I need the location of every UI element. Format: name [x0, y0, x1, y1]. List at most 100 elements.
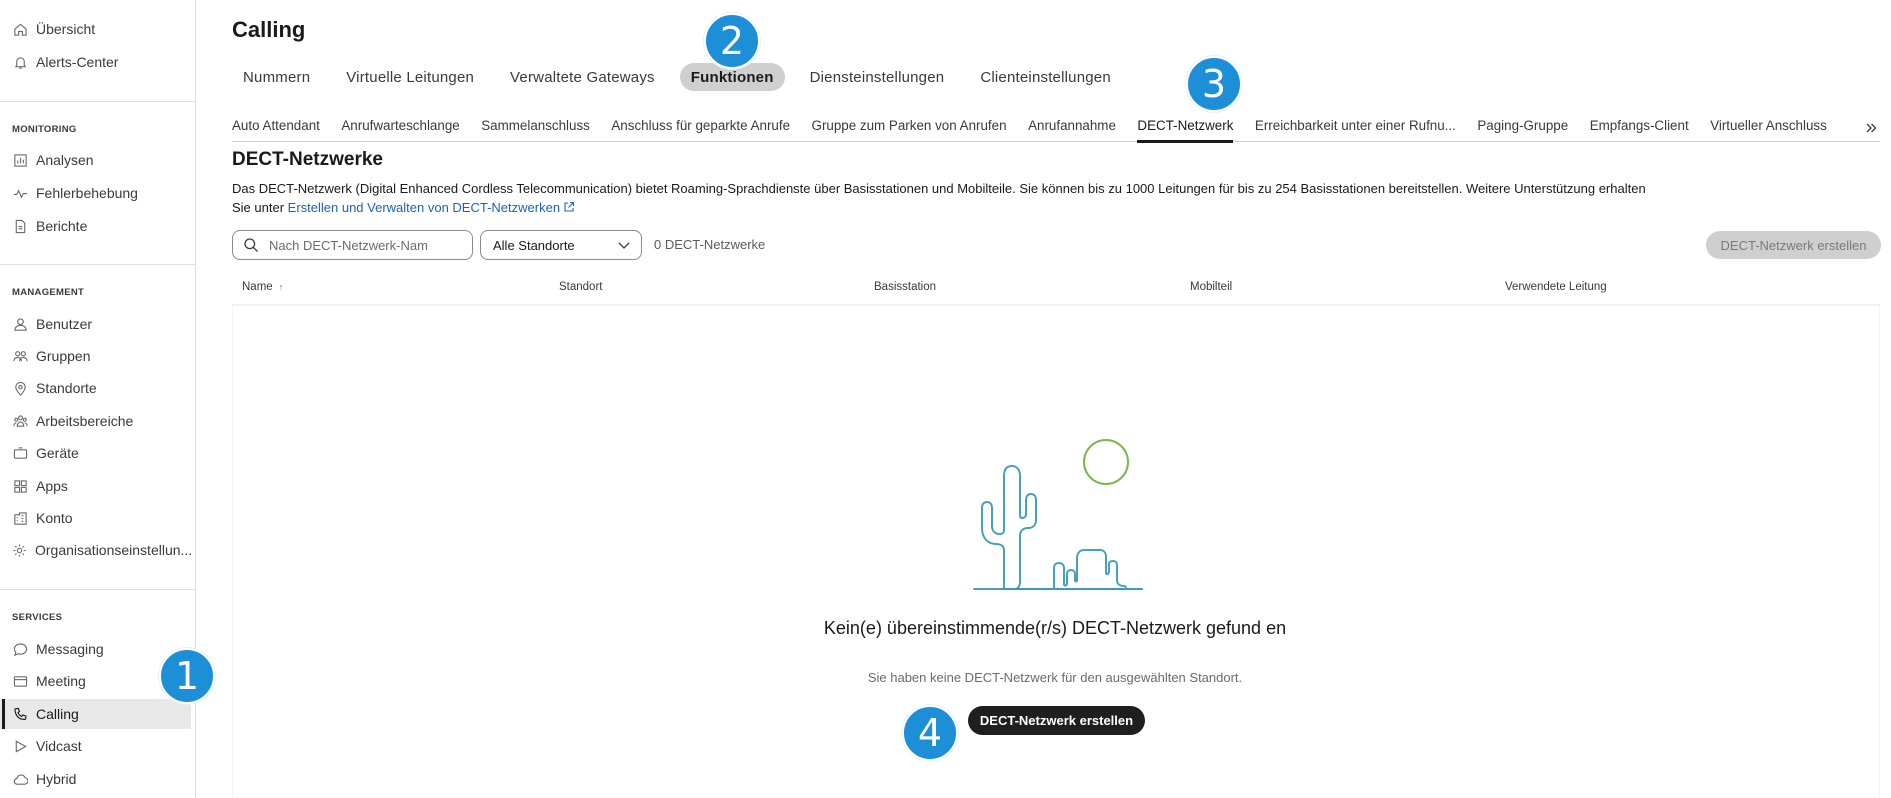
account-icon [12, 510, 28, 526]
subtab-auto-attendant[interactable]: Auto Attendant [232, 116, 320, 142]
subtab-anschluss-geparkte-anrufe[interactable]: Anschluss für geparkte Anrufe [611, 116, 790, 142]
sidebar-item-label: Benutzer [36, 316, 93, 332]
sidebar-item-konto[interactable]: Konto [0, 503, 191, 533]
sidebar-item-vidcast[interactable]: Vidcast [0, 731, 191, 761]
page-title: Calling [232, 17, 306, 42]
empty-state-title: Kein(e) übereinstimmende(r/s) DECT-Netzw… [823, 618, 1287, 638]
subtab-erreichbarkeit[interactable]: Erreichbarkeit unter einer Rufnu... [1255, 116, 1456, 142]
sidebar-item-calling[interactable]: Calling [0, 699, 191, 729]
sidebar-item-benutzer[interactable]: Benutzer [0, 309, 191, 339]
column-header-name[interactable]: Name ↑ [242, 281, 283, 293]
help-link-text: Erstellen und Verwalten von DECT-Netzwer… [287, 200, 561, 215]
tab-nummern[interactable]: Nummern [232, 63, 321, 91]
subtab-gruppe-parken[interactable]: Gruppe zum Parken von Anrufen [812, 116, 1007, 142]
tabs-scroll-right-icon[interactable] [1862, 116, 1880, 140]
meeting-icon [12, 673, 28, 689]
help-link[interactable]: Erstellen und Verwalten von DECT-Netzwer… [288, 200, 575, 215]
gear-icon [12, 542, 27, 558]
tab-clienteinstellungen[interactable]: Clienteinstellungen [969, 63, 1122, 91]
workspaces-icon [12, 413, 28, 429]
sidebar-item-geraete[interactable]: Geräte [0, 438, 191, 468]
section-title: DECT-Netzwerke [232, 149, 383, 170]
description-line-2-prefix: Sie unter [232, 200, 288, 215]
pulse-icon [12, 185, 28, 201]
subtab-paging-gruppe[interactable]: Paging-Gruppe [1477, 116, 1568, 142]
empty-state-subtitle: Sie haben keine DECT-Netzwerk für den au… [867, 670, 1243, 685]
sidebar-item-label: Apps [36, 478, 68, 494]
desert-cactus-illustration [973, 439, 1143, 590]
apps-icon [12, 478, 28, 494]
description-line-1: Das DECT-Netzwerk (Digital Enhanced Cord… [232, 181, 1646, 196]
column-header-mobilteil: Mobilteil [1190, 281, 1233, 293]
sidebar-section-monitoring: MONITORING [12, 124, 77, 135]
sidebar-item-apps[interactable]: Apps [0, 471, 191, 501]
subtab-dect-netzwerk[interactable]: DECT-Netzwerk [1137, 116, 1233, 143]
create-dect-network-button-disabled[interactable]: DECT-Netzwerk erstellen [1706, 231, 1881, 259]
sidebar-item-label: Übersicht [36, 21, 96, 37]
sidebar-item-label: Organisationseinstellun... [35, 542, 193, 558]
sidebar-item-analysen[interactable]: Analysen [0, 145, 191, 175]
sidebar-item-label: Vidcast [36, 738, 82, 754]
search-input[interactable] [269, 237, 439, 253]
external-link-icon [563, 199, 575, 212]
sidebar-item-label: Meeting [36, 673, 86, 689]
cactus-shape [973, 465, 1037, 590]
tab-diensteinstellungen[interactable]: Diensteinstellungen [799, 63, 956, 91]
sidebar-item-label: Alerts-Center [36, 54, 119, 70]
sort-ascending-icon: ↑ [278, 282, 284, 292]
phone-icon [12, 706, 28, 722]
column-header-basisstation: Basisstation [874, 281, 937, 293]
group-icon [12, 348, 28, 364]
sidebar-item-label: Fehlerbehebung [36, 185, 138, 201]
subtab-anrufannahme[interactable]: Anrufannahme [1028, 116, 1116, 142]
table-header: Name ↑ Standort Basisstation Mobilteil Ve… [232, 277, 1880, 299]
location-select-value: Alle Standorte [493, 237, 575, 253]
sidebar-item-alerts-center[interactable]: Alerts-Center [0, 47, 191, 77]
sidebar-item-label: Analysen [36, 152, 94, 168]
sun-shape [1083, 439, 1129, 485]
sidebar-item-hybrid[interactable]: Hybrid [0, 764, 191, 794]
step-callout-2: 2 [704, 13, 760, 69]
subtab-sammelanschluss[interactable]: Sammelanschluss [481, 116, 590, 142]
location-select[interactable]: Alle Standorte [480, 230, 642, 260]
subtab-anrufwarteschlange[interactable]: Anrufwarteschlange [341, 116, 459, 142]
sidebar-item-messaging[interactable]: Messaging [0, 634, 191, 664]
report-icon [12, 218, 28, 234]
sidebar-item-berichte[interactable]: Berichte [0, 211, 191, 241]
sidebar-divider [0, 101, 196, 102]
home-icon [12, 21, 28, 37]
sidebar-item-arbeitsbereiche[interactable]: Arbeitsbereiche [0, 406, 191, 436]
subtab-virtueller-anschluss[interactable]: Virtueller Anschluss [1710, 116, 1827, 142]
sidebar-item-label: Hybrid [36, 771, 77, 787]
cloud-icon [12, 771, 28, 787]
user-icon [12, 316, 28, 332]
sidebar-item-label: Standorte [36, 380, 97, 396]
sidebar-item-gruppen[interactable]: Gruppen [0, 341, 191, 371]
sidebar-item-label: Berichte [36, 218, 88, 234]
tab-verwaltete-gateways[interactable]: Verwaltete Gateways [499, 63, 666, 91]
sidebar-section-services: SERVICES [12, 612, 63, 623]
sidebar-item-label: Gruppen [36, 348, 91, 364]
feature-tabs: Auto Attendant Anrufwarteschlange Sammel… [232, 116, 1880, 143]
chevron-down-icon [617, 238, 631, 252]
sidebar-item-label: Messaging [36, 641, 104, 657]
column-header-standort: Standort [559, 281, 603, 293]
sidebar-item-organisationseinstellungen[interactable]: Organisationseinstellun... [0, 535, 193, 565]
subtab-empfangs-client[interactable]: Empfangs-Client [1590, 116, 1689, 142]
create-dect-network-button[interactable]: DECT-Netzwerk erstellen [968, 706, 1145, 735]
sidebar-item-label: Calling [36, 706, 79, 722]
sidebar-item-fehlerbehebung[interactable]: Fehlerbehebung [0, 178, 191, 208]
step-callout-4: 4 [902, 705, 958, 761]
step-callout-1: 1 [159, 648, 215, 704]
column-header-label: Name [242, 281, 273, 293]
sidebar-item-label: Konto [36, 510, 73, 526]
tab-virtuelle-leitungen[interactable]: Virtuelle Leitungen [335, 63, 485, 91]
sidebar-item-standorte[interactable]: Standorte [0, 373, 191, 403]
location-icon [12, 380, 28, 396]
sidebar-item-uebersicht[interactable]: Übersicht [0, 14, 191, 44]
search-icon [243, 237, 259, 253]
play-icon [12, 738, 28, 754]
result-count: 0 DECT-Netzwerke [654, 237, 766, 252]
rocks-shape [1053, 549, 1127, 590]
top-tabs: Nummern Virtuelle Leitungen Verwaltete G… [232, 63, 1136, 91]
